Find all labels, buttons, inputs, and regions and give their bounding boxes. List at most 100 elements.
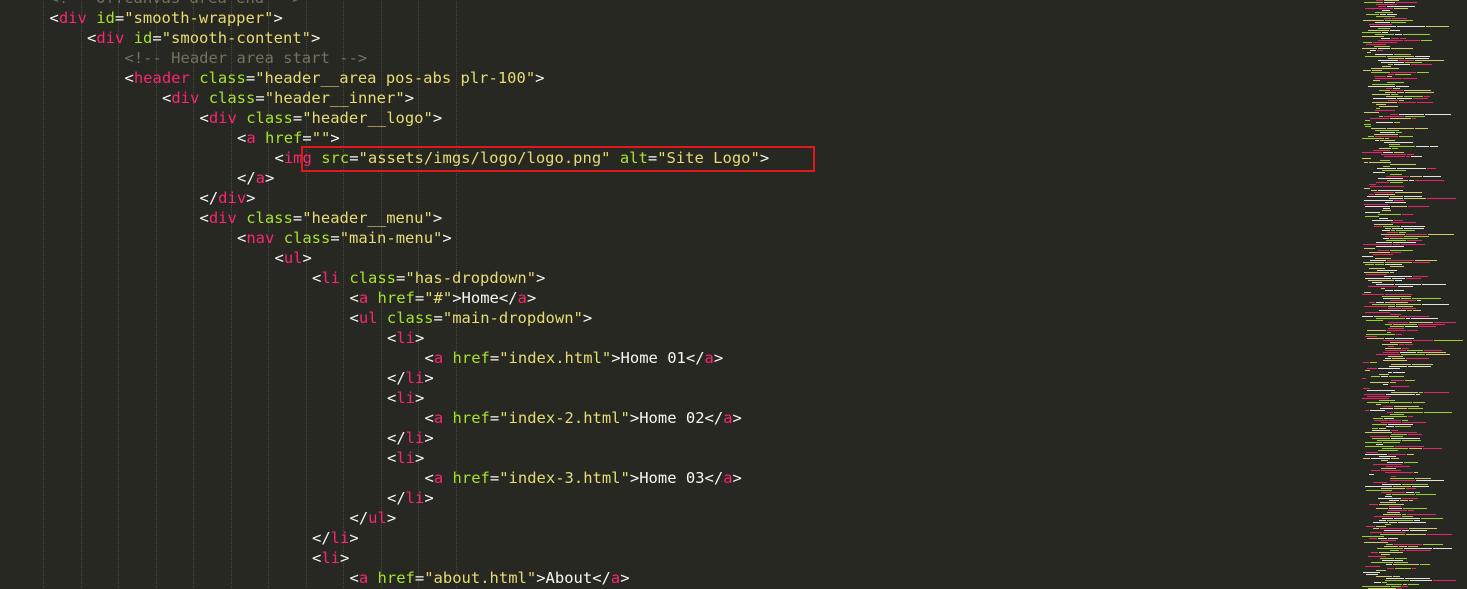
minimap-line [1390, 30, 1400, 31]
code-line[interactable]: <a href="index.html">Home 01</a> [425, 348, 724, 368]
minimap-line [1412, 364, 1433, 365]
minimap-line [1365, 206, 1390, 207]
code-token-text: About [545, 569, 593, 587]
minimap-line [1374, 420, 1388, 421]
minimap-line [1382, 230, 1390, 231]
minimap-line [1385, 262, 1412, 263]
code-editor-window[interactable]: <!-- Offcanvas area end --><div id="smoo… [0, 0, 1467, 589]
minimap-line [1372, 428, 1378, 429]
minimap-line [1402, 498, 1418, 499]
code-line[interactable]: <div id="smooth-wrapper"> [50, 8, 283, 28]
minimap-line [1374, 76, 1386, 77]
code-token-punct: > [535, 69, 545, 87]
indent-guide [118, 0, 119, 589]
minimap-line [1390, 300, 1416, 301]
code-line[interactable]: <li> [312, 548, 349, 568]
minimap-line [1365, 126, 1371, 127]
code-line[interactable]: </div> [200, 188, 256, 208]
minimap-line [1415, 180, 1444, 181]
code-line[interactable]: </a> [237, 168, 274, 188]
minimap-line [1384, 546, 1398, 547]
minimap-line [1378, 28, 1390, 29]
code-line[interactable]: <!-- Header area start --> [125, 48, 368, 68]
minimap-line [1379, 456, 1396, 457]
code-line[interactable]: <a href="index-2.html">Home 02</a> [425, 408, 742, 428]
code-line[interactable]: <nav class="main-menu"> [237, 228, 452, 248]
minimap-line [1376, 122, 1393, 123]
code-line[interactable]: <a href="index-3.html">Home 03</a> [425, 468, 742, 488]
minimap-line [1390, 402, 1412, 403]
code-token-punct: > [582, 309, 593, 327]
minimap-line [1394, 220, 1403, 221]
minimap-line [1433, 580, 1456, 581]
code-line[interactable]: <li> [387, 448, 424, 468]
minimap-line [1390, 414, 1404, 415]
minimap-line [1364, 200, 1393, 201]
minimap-line [1368, 136, 1374, 137]
code-line[interactable]: </li> [312, 528, 359, 548]
code-line[interactable]: <!-- Offcanvas area end --> [50, 0, 302, 8]
minimap-line [1375, 54, 1393, 55]
minimap-line [1395, 446, 1424, 447]
code-line[interactable]: <li> [387, 388, 424, 408]
minimap-line [1419, 326, 1436, 327]
code-line[interactable]: <div class="header__logo"> [200, 108, 443, 128]
code-line[interactable]: </li> [387, 428, 434, 448]
minimap-line [1390, 272, 1394, 273]
minimap-line [1401, 354, 1425, 355]
minimap-line [1376, 4, 1397, 5]
minimap-line [1385, 348, 1401, 349]
code-token-punct: = [330, 229, 340, 247]
code-area[interactable]: <!-- Offcanvas area end --><div id="smoo… [0, 0, 1360, 589]
minimap-line [1390, 382, 1396, 383]
code-line[interactable]: <a href="about.html">About</a> [350, 568, 630, 588]
minimap-line [1405, 326, 1418, 327]
minimap-line [1406, 234, 1427, 235]
minimap-line [1367, 396, 1391, 397]
code-line[interactable]: <div id="smooth-content"> [87, 28, 320, 48]
minimap-line [1392, 18, 1407, 19]
code-token-punct: < [274, 249, 284, 267]
minimap[interactable] [1360, 0, 1467, 589]
minimap-line [1384, 18, 1391, 19]
minimap-line [1393, 324, 1417, 325]
code-line[interactable]: </li> [387, 368, 434, 388]
minimap-line [1379, 504, 1404, 505]
code-line[interactable]: <a href=""> [237, 128, 340, 148]
minimap-line [1378, 214, 1401, 215]
minimap-line [1384, 0, 1399, 1]
minimap-line [1383, 532, 1405, 533]
code-token-tag: ul [368, 509, 387, 527]
code-line[interactable]: <li class="has-dropdown"> [312, 268, 545, 288]
code-line[interactable]: <div class="header__menu"> [200, 208, 443, 228]
code-token-str: "#" [424, 289, 453, 307]
code-line[interactable]: </ul> [350, 508, 397, 528]
minimap-line [1366, 14, 1379, 15]
minimap-line [1413, 340, 1433, 341]
code-line[interactable]: <ul class="main-dropdown"> [350, 308, 593, 328]
minimap-line [1396, 306, 1413, 307]
code-token-punct: > [620, 569, 630, 587]
code-token-punct: < [349, 309, 359, 327]
code-line[interactable]: <div class="header__inner"> [162, 88, 414, 108]
code-line[interactable]: <li> [387, 328, 424, 348]
minimap-line [1379, 106, 1398, 107]
minimap-line [1374, 192, 1394, 193]
code-token-punct: </ [704, 469, 724, 487]
code-token-punct: > [349, 529, 359, 547]
minimap-line [1363, 572, 1380, 573]
minimap-line [1362, 256, 1373, 257]
code-line[interactable]: </li> [387, 488, 434, 508]
code-token-str: "index-2.html" [499, 409, 630, 427]
code-token-tag: a [246, 129, 256, 147]
code-line[interactable]: <a href="#">Home</a> [350, 288, 537, 308]
minimap-line [1390, 436, 1403, 437]
minimap-line [1405, 116, 1425, 117]
code-line[interactable]: <ul> [275, 248, 312, 268]
minimap-line [1380, 140, 1395, 141]
minimap-line [1418, 324, 1445, 325]
code-line[interactable]: <header class="header__area pos-abs plr-… [125, 68, 545, 88]
code-token-punct: > [415, 329, 425, 347]
minimap-line [1383, 226, 1400, 227]
minimap-line [1362, 378, 1366, 379]
